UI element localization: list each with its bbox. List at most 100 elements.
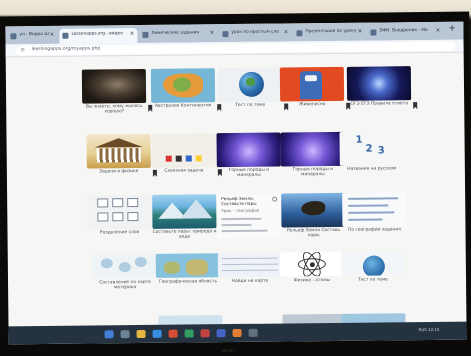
crystal-thumbnail	[280, 131, 345, 167]
lock-icon: ⊙	[20, 47, 25, 54]
app-icon[interactable]	[248, 328, 258, 337]
app-tile[interactable]: Физика - атомы	[279, 251, 344, 283]
app-tile[interactable]: Горные породы и минералы	[216, 132, 281, 178]
cave-thumbnail	[81, 68, 147, 104]
app-caption: Найди на карте	[231, 278, 269, 285]
app-tile[interactable]: Тест по теме	[340, 251, 405, 283]
globe-thumbnail	[217, 67, 283, 103]
photo-background: ул - Видео Ш × Lessonapps.org - видео × …	[0, 0, 471, 356]
app-caption: Задачи в физике	[99, 169, 139, 175]
favicon-icon	[62, 32, 69, 39]
app-tile[interactable]: Географическая область	[155, 253, 220, 285]
tab-label: Lessonapps.org - видео	[71, 31, 123, 37]
app-caption: Вы знаете, кому жилось хорошо?	[85, 103, 143, 115]
browser-tab[interactable]: Презентация по уроку ×	[293, 26, 365, 42]
browser-tab[interactable]: урок по простым сло ×	[219, 26, 291, 42]
close-icon[interactable]: ×	[357, 28, 362, 35]
app-icon[interactable]	[168, 329, 178, 338]
app-tile[interactable]: Живописно	[279, 66, 351, 108]
lines-thumbnail	[342, 192, 407, 227]
app-tile[interactable]: Разделение слов	[87, 194, 152, 235]
app-tile[interactable]: Рельеф Земли. Составьте пары Урок - геог…	[217, 193, 282, 239]
app-tile[interactable]: Австралия Континентия	[150, 68, 222, 110]
app-tile[interactable]: Найди на карте	[217, 252, 282, 284]
app-tile[interactable]: ОГЭ ЕГЭ Правила ответа	[346, 66, 418, 108]
radio-icon	[272, 196, 278, 202]
close-icon[interactable]: ×	[129, 30, 134, 37]
app-caption: Тест по теме	[235, 102, 266, 109]
app-tile[interactable]: Задачи в физике	[86, 133, 157, 175]
close-icon[interactable]: ×	[209, 29, 214, 36]
app-icon[interactable]	[232, 328, 242, 338]
close-icon[interactable]: ×	[283, 28, 288, 35]
app-caption: Рельеф Земли Составь пары	[286, 227, 341, 239]
app-icon[interactable]	[184, 329, 194, 338]
tab-label: ул - Видео Ш	[19, 31, 49, 38]
browser-tab[interactable]: Химические задания ×	[139, 27, 217, 43]
tab-label: Химические задания	[151, 30, 199, 36]
start-icon[interactable]	[104, 330, 114, 339]
number-glyph: 3	[377, 145, 385, 157]
favicon-icon	[296, 30, 303, 37]
australia-map-thumbnail	[150, 68, 216, 103]
world-map-thumbnail	[155, 253, 220, 278]
app-tile[interactable]: Тест по теме	[217, 67, 289, 109]
text-card-thumbnail: Рельеф Земли. Составьте пары Урок - геог…	[217, 193, 282, 239]
number-glyph: 1	[355, 134, 363, 146]
folder-icon[interactable]	[136, 329, 146, 339]
new-tab-button[interactable]: +	[448, 24, 456, 34]
app-caption: Живописно	[298, 102, 326, 108]
search-icon[interactable]	[120, 330, 130, 339]
eagle-thumbnail	[281, 192, 346, 228]
apps-grid: Вы знаете, кому жилось хорошо? Австралия…	[6, 53, 467, 345]
app-tile[interactable]: Составьте пары: природа и вода	[152, 194, 216, 240]
favicon-icon	[222, 31, 229, 38]
card-heading: Рельеф Земли. Составьте пары	[221, 195, 257, 207]
app-caption: Физика - атомы	[293, 278, 331, 284]
app-tile[interactable]: Рельеф Земли Составь пары	[281, 192, 346, 238]
app-caption: Разделение слов	[99, 230, 140, 236]
maps-thumbnail	[92, 253, 157, 279]
app-icon[interactable]	[216, 329, 226, 338]
app-tile[interactable]: По географии задания	[342, 192, 407, 233]
app-caption: ОГЭ ЕГЭ Правила ответа	[350, 101, 408, 107]
close-icon[interactable]: ×	[49, 31, 54, 38]
close-icon[interactable]: ×	[435, 27, 440, 34]
url-text: learningapps.org/myapps.php	[31, 46, 101, 53]
app-caption: Горные породы и минералы	[292, 166, 334, 178]
tab-label: урок по простым сло	[231, 29, 279, 36]
app-caption: Сквозная задача	[164, 168, 204, 174]
app-caption: Названия на русском	[347, 166, 397, 172]
robot-thumbnail	[279, 66, 345, 102]
boxes-thumbnail	[87, 194, 152, 230]
desk-globe-thumbnail	[340, 251, 405, 276]
monitor-screen: ул - Видео Ш × Lessonapps.org - видео × …	[5, 21, 467, 345]
app-tile[interactable]: 1 2 3 Названия на русском	[339, 131, 404, 172]
browser-tab[interactable]: ул - Видео Ш ×	[7, 29, 57, 45]
browser-tab[interactable]: ЭФИ. Внедрение - Ми ×	[367, 25, 443, 41]
color-swatches-thumbnail	[151, 133, 216, 168]
browser-tab-active[interactable]: Lessonapps.org - видео ×	[59, 28, 138, 44]
browser-icon[interactable]	[152, 329, 162, 338]
app-tile[interactable]: Вы знаете, кому жилось хорошо?	[81, 68, 153, 115]
system-tray[interactable]: RUS 12:15	[419, 327, 459, 334]
app-caption: Составление по карте материка	[99, 279, 151, 291]
app-icon[interactable]	[200, 329, 210, 338]
bookmark-icon[interactable]	[413, 102, 418, 108]
app-tile[interactable]: Сквозная задача	[151, 133, 222, 175]
crystal-thumbnail	[216, 132, 281, 168]
favicon-icon	[142, 31, 149, 38]
table-thumbnail	[217, 252, 282, 278]
app-tile[interactable]: Горные породы и минералы	[280, 131, 345, 178]
app-caption: Географическая область	[159, 279, 218, 285]
temple-thumbnail	[86, 133, 151, 169]
card-subtext: Урок - география	[221, 207, 260, 214]
favicon-icon	[10, 33, 17, 40]
mountain-lake-thumbnail	[152, 194, 217, 229]
tab-label: Презентация по уроку	[305, 28, 357, 35]
app-tile[interactable]: Составление по карте материка	[92, 253, 157, 290]
tab-label: ЭФИ. Внедрение - Ми	[379, 27, 428, 34]
app-caption: По географии задания	[348, 227, 401, 233]
app-caption: Составьте пары: природа и вода	[152, 229, 217, 240]
app-caption: Тест по теме	[357, 277, 389, 283]
